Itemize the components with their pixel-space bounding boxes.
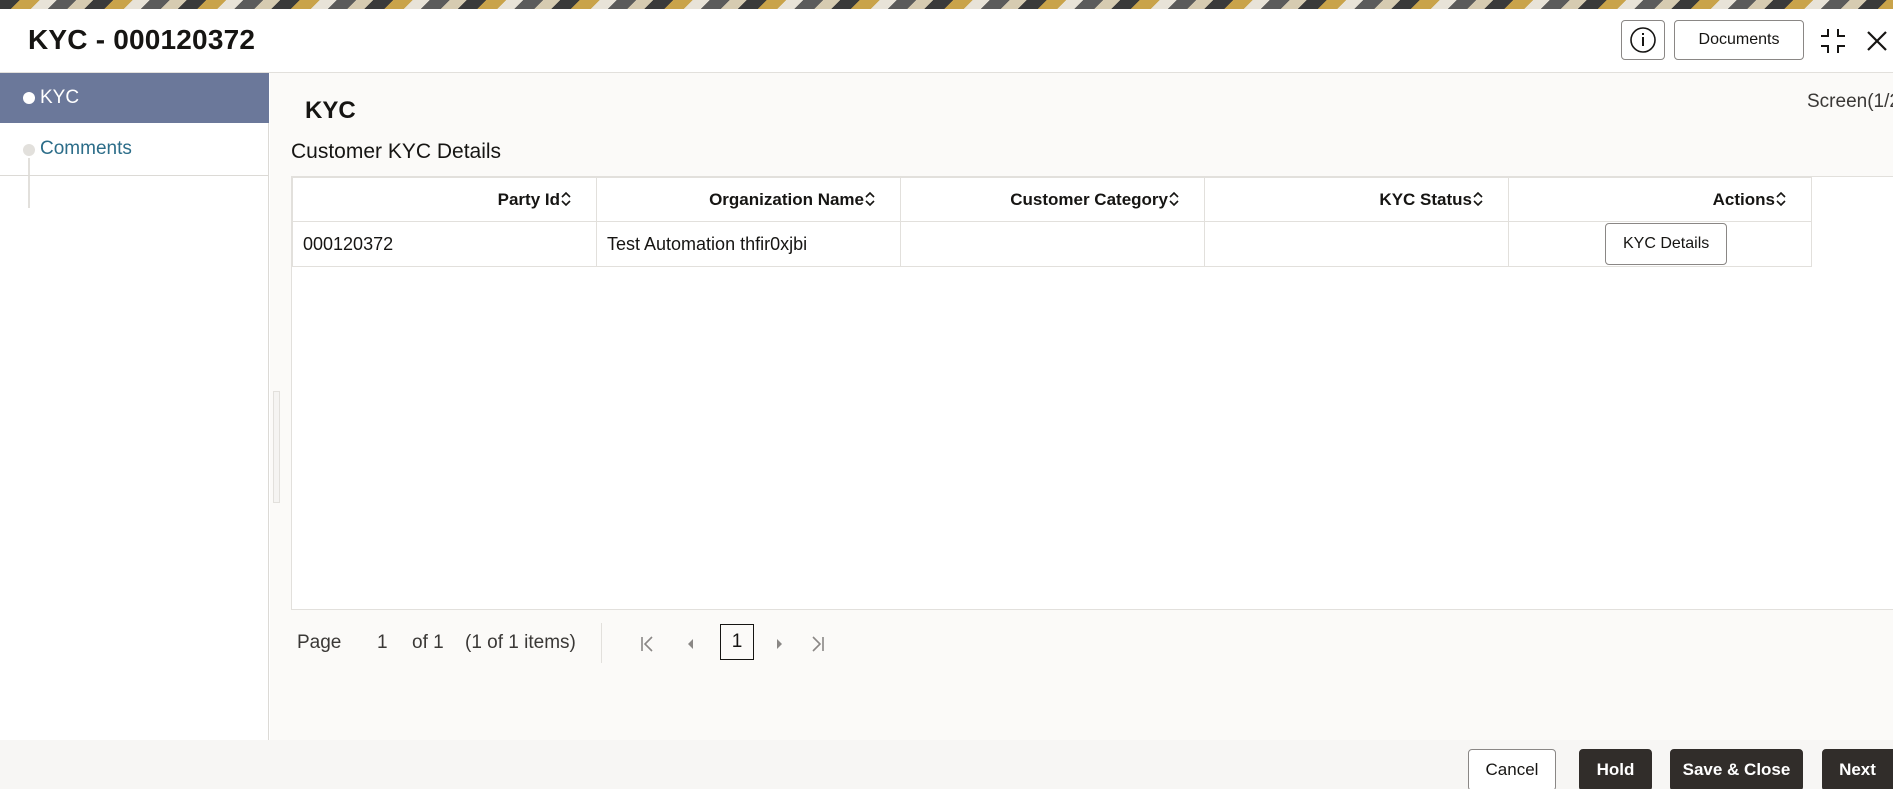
- cell-organization-name: Test Automation thfir0xjbi: [596, 221, 901, 267]
- column-header-label: Actions: [1712, 189, 1775, 209]
- sort-icon[interactable]: [864, 190, 876, 208]
- column-header-organization-name[interactable]: Organization Name: [596, 177, 901, 222]
- sort-icon[interactable]: [560, 190, 572, 208]
- kyc-details-button[interactable]: KYC Details: [1605, 223, 1728, 265]
- column-header-label: Organization Name: [709, 189, 864, 209]
- screen-indicator: Screen(1/2): [1807, 91, 1893, 112]
- close-icon[interactable]: [1861, 25, 1893, 57]
- main-content: KYC Screen(1/2) Customer KYC Details Par…: [270, 73, 1893, 740]
- top-banner: [0, 0, 1893, 9]
- first-page-icon[interactable]: [637, 633, 659, 655]
- cell-kyc-status: [1204, 221, 1509, 267]
- dialog-header: KYC - 000120372 Documents: [0, 9, 1893, 73]
- page-of-label: of 1: [412, 632, 444, 653]
- resize-handle[interactable]: [273, 391, 280, 503]
- section-title: KYC: [305, 97, 356, 124]
- column-header-kyc-status[interactable]: KYC Status: [1204, 177, 1509, 222]
- sidebar-item-label: Comments: [40, 138, 132, 159]
- next-button[interactable]: Next: [1822, 749, 1893, 789]
- sort-icon[interactable]: [1775, 190, 1787, 208]
- sort-icon[interactable]: [1168, 190, 1180, 208]
- table-row: 000120372 Test Automation thfir0xjbi KYC…: [292, 221, 1812, 267]
- column-header-actions[interactable]: Actions: [1508, 177, 1812, 222]
- sidebar-item-label: KYC: [40, 87, 80, 108]
- previous-page-icon[interactable]: [680, 633, 702, 655]
- info-button[interactable]: [1621, 20, 1665, 60]
- cell-actions: KYC Details: [1508, 221, 1812, 267]
- kyc-table-container: Party Id Organization Name Customer Cate…: [291, 176, 1893, 610]
- table-header-row: Party Id Organization Name Customer Cate…: [292, 177, 1812, 222]
- last-page-icon[interactable]: [806, 633, 828, 655]
- hold-button[interactable]: Hold: [1579, 749, 1652, 789]
- subsection-title: Customer KYC Details: [291, 140, 502, 163]
- info-icon: [1630, 27, 1656, 53]
- pagination-divider: [601, 623, 602, 663]
- sidebar-item-comments[interactable]: Comments: [0, 124, 269, 176]
- sidebar: KYC Comments: [0, 73, 269, 740]
- items-count-label: (1 of 1 items): [465, 632, 576, 653]
- documents-button[interactable]: Documents: [1674, 20, 1804, 60]
- page-label: Page: [297, 632, 342, 653]
- page-number-input[interactable]: 1: [377, 632, 388, 654]
- column-header-label: Customer Category: [1010, 189, 1168, 209]
- dialog-title: KYC - 000120372: [28, 24, 256, 55]
- sidebar-item-kyc[interactable]: KYC: [0, 73, 269, 123]
- column-header-label: KYC Status: [1379, 189, 1472, 209]
- kyc-dialog: KYC - 000120372 Documents KYC Comments K…: [0, 9, 1893, 789]
- next-page-icon[interactable]: [768, 633, 790, 655]
- cell-party-id: 000120372: [292, 221, 597, 267]
- column-header-party-id[interactable]: Party Id: [292, 177, 597, 222]
- step-active-icon: [23, 92, 35, 104]
- column-header-label: Party Id: [497, 189, 560, 209]
- step-idle-icon: [23, 144, 35, 156]
- cell-customer-category: [900, 221, 1205, 267]
- sort-icon[interactable]: [1472, 190, 1484, 208]
- current-page-button[interactable]: 1: [720, 624, 754, 660]
- save-and-close-button[interactable]: Save & Close: [1670, 749, 1803, 789]
- column-header-customer-category[interactable]: Customer Category: [900, 177, 1205, 222]
- kyc-table: Party Id Organization Name Customer Cate…: [292, 177, 1812, 267]
- shrink-icon[interactable]: [1817, 25, 1849, 57]
- dialog-footer: Cancel Hold Save & Close Next: [0, 740, 1893, 789]
- cancel-button[interactable]: Cancel: [1468, 749, 1556, 789]
